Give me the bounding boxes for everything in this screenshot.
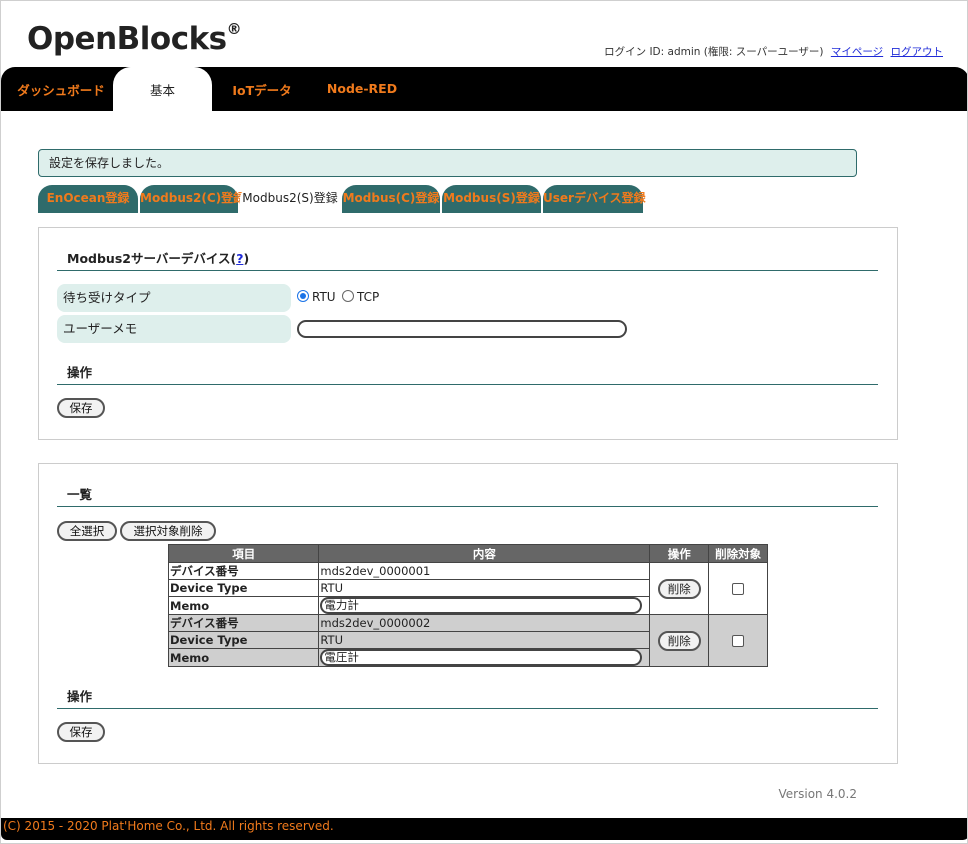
table-row: デバイス番号 mds2dev_0000001 削除 [167,562,768,615]
subtab-modbus2-s[interactable]: Modbus2(S)登録 [240,185,340,213]
col-header-delete-target: 削除対象 [708,544,768,563]
delete-checkbox[interactable] [732,583,745,595]
subtab-modbus-s[interactable]: Modbus(S)登録 [442,185,541,213]
radio-tcp[interactable] [342,290,354,302]
divider [57,270,878,271]
memo-label: ユーザーメモ [57,315,291,343]
user-memo-input[interactable] [297,320,627,338]
table-header-row: 項目 内容 操作 削除対象 [167,544,768,563]
memo-input[interactable]: 電力計 [320,597,643,614]
list-save-button[interactable]: 保存 [57,722,105,742]
field-label-device-no: デバイス番号 [167,562,320,580]
delete-checkbox[interactable] [732,635,745,647]
page: OpenBlocks® ログイン ID: admin (権限: スーパーユーザー… [0,0,968,844]
delete-target-cell [708,562,768,615]
field-label-memo: Memo [167,648,320,667]
delete-button[interactable]: 削除 [657,630,701,651]
table-row: デバイス番号 mds2dev_0000002 削除 [167,614,768,667]
divider [57,506,878,507]
footer: (C) 2015 - 2020 Plat'Home Co., Ltd. All … [1,818,967,840]
nav-tab-basic[interactable]: 基本 [113,67,212,111]
list-ops-title: 操作 [67,689,93,704]
device-type-value: RTU [318,631,651,649]
device-type-value: RTU [318,579,651,597]
field-label-device-type: Device Type [167,631,320,649]
subtab-modbus-c[interactable]: Modbus(C)登録 [342,185,440,213]
field-label-memo: Memo [167,596,320,615]
field-label-device-no: デバイス番号 [167,614,320,632]
ops-title: 操作 [67,365,93,380]
login-info-text: ログイン ID: admin (権限: スーパーユーザー) [604,46,824,58]
radio-rtu-label: RTU [312,290,336,304]
subtab-modbus2-c[interactable]: Modbus2(C)登録 [140,185,245,213]
server-device-title: Modbus2サーバーデバイス(?) [67,251,250,266]
version-text: Version 4.0.2 [778,787,857,801]
ops-cell: 削除 [649,614,710,667]
wait-type-label: 待ち受けタイプ [57,284,291,312]
device-no-value: mds2dev_0000001 [318,562,651,580]
device-table: 項目 内容 操作 削除対象 デバイス番号 mds2dev_0000001 削除 … [167,544,768,667]
memo-input[interactable]: 電圧計 [320,649,643,666]
save-button[interactable]: 保存 [57,398,105,418]
nav-tab-node-red[interactable]: Node-RED [321,67,403,111]
openblocks-logo: OpenBlocks® [27,19,242,57]
delete-button[interactable]: 削除 [657,578,701,599]
memo-cell: 電圧計 [318,648,651,667]
user-info: ログイン ID: admin (権限: スーパーユーザー) マイページ ログアウ… [604,44,943,59]
device-no-value: mds2dev_0000002 [318,614,651,632]
logout-link[interactable]: ログアウト [891,46,944,58]
status-message: 設定を保存しました。 [38,149,857,177]
col-header-item: 項目 [167,544,320,563]
select-all-button[interactable]: 全選択 [57,521,117,541]
copyright-text: (C) 2015 - 2020 Plat'Home Co., Ltd. All … [3,819,334,833]
col-header-content: 内容 [318,544,651,563]
radio-tcp-label: TCP [357,290,380,304]
subtab-user-device[interactable]: Userデバイス登録 [543,185,646,213]
mypage-link[interactable]: マイページ [831,46,883,58]
list-title: 一覧 [67,487,93,502]
nav-tab-dashboard[interactable]: ダッシュボード [9,67,113,111]
ops-cell: 削除 [649,562,710,615]
memo-cell: 電力計 [318,596,651,615]
divider [57,708,878,709]
delete-target-cell [708,614,768,667]
divider [57,384,878,385]
nav-tab-iot-data[interactable]: IoTデータ [219,67,305,111]
field-label-device-type: Device Type [167,579,320,597]
delete-selected-button[interactable]: 選択対象削除 [120,521,216,541]
col-header-ops: 操作 [649,544,710,563]
main-nav: ダッシュボード 基本 IoTデータ Node-RED [1,67,967,111]
radio-rtu[interactable] [297,290,309,302]
subtab-enocean[interactable]: EnOcean登録 [38,185,138,213]
